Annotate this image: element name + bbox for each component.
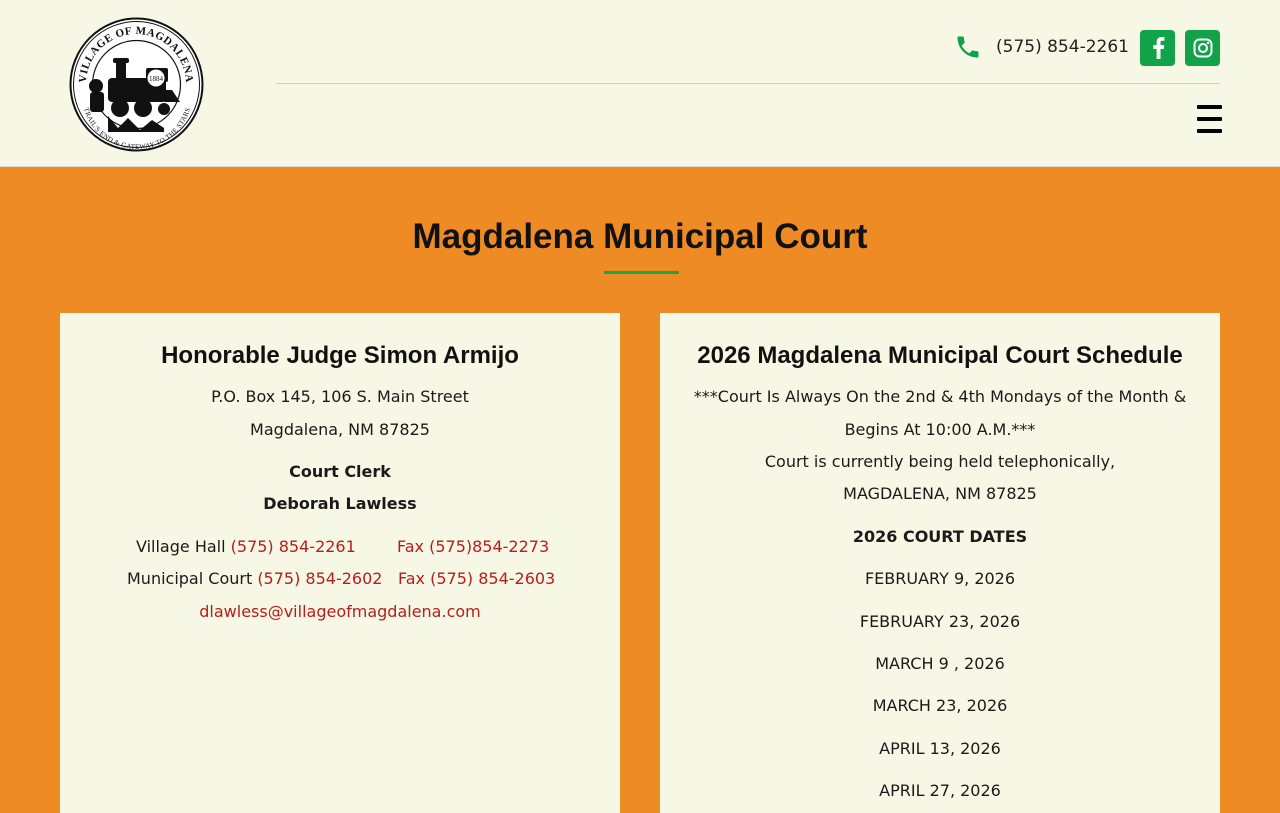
clerk-email-link[interactable]: dlawless@villageofmagdalena.com	[60, 602, 620, 621]
court-date: APRIL 27, 2026	[879, 781, 1001, 800]
instagram-icon	[1193, 38, 1212, 58]
court-dates-heading: 2026 COURT DATES	[852, 527, 1028, 546]
court-date: FEBRUARY 23, 2026	[859, 612, 1021, 631]
contact-label: Municipal Court	[127, 569, 253, 588]
judge-address-line-1: P.O. Box 145, 106 S. Main Street	[211, 387, 469, 406]
clerk-title: Court Clerk	[289, 462, 391, 481]
schedule-note-1: ***Court Is Always On the 2nd & 4th Mond…	[693, 387, 1187, 406]
header-phone[interactable]: (575) 854-2261	[954, 31, 1129, 63]
header-phone-number[interactable]: (575) 854-2261	[996, 37, 1129, 57]
logo-year: 1884	[149, 75, 164, 83]
page-title: Magdalena Municipal Court	[412, 217, 868, 256]
facebook-icon	[1152, 37, 1164, 59]
judge-address-line-2: Magdalena, NM 87825	[250, 420, 430, 439]
facebook-button[interactable]	[1140, 30, 1175, 66]
contact-row-village-hall: Village Hall (575) 854-2261	[136, 537, 356, 556]
village-hall-fax-link[interactable]: Fax (575)854-2273	[397, 537, 549, 556]
site-header: VILLAGE OF MAGDALENA TRAIL'S END & GATEW…	[0, 0, 1280, 167]
court-date: MARCH 9 , 2026	[875, 654, 1005, 673]
phone-icon	[957, 36, 979, 58]
judge-card: Honorable Judge Simon Armijo P.O. Box 14…	[60, 313, 620, 813]
judge-heading: Honorable Judge Simon Armijo	[161, 342, 519, 369]
header-divider	[276, 83, 1220, 84]
schedule-note-3: Court is currently being held telephonic…	[764, 452, 1116, 471]
court-date: APRIL 13, 2026	[879, 739, 1001, 758]
schedule-note-2: Begins At 10:00 A.M.***	[844, 420, 1036, 439]
title-underline	[602, 271, 679, 274]
village-logo[interactable]: VILLAGE OF MAGDALENA TRAIL'S END & GATEW…	[68, 16, 205, 153]
clerk-name: Deborah Lawless	[263, 494, 417, 513]
court-date: FEBRUARY 9, 2026	[864, 569, 1016, 588]
municipal-court-fax-link[interactable]: Fax (575) 854-2603	[398, 569, 555, 588]
instagram-button[interactable]	[1185, 30, 1220, 66]
village-hall-phone-link[interactable]: (575) 854-2261	[231, 537, 356, 556]
contact-row-municipal-court: Municipal Court (575) 854-2602	[127, 569, 382, 588]
contact-label: Village Hall	[136, 537, 226, 556]
schedule-heading: 2026 Magdalena Municipal Court Schedule	[697, 342, 1183, 369]
municipal-court-phone-link[interactable]: (575) 854-2602	[257, 569, 382, 588]
schedule-note-4: MAGDALENA, NM 87825	[843, 484, 1037, 503]
schedule-card: 2026 Magdalena Municipal Court Schedule …	[660, 313, 1220, 813]
menu-icon[interactable]	[1197, 105, 1222, 133]
court-date: MARCH 23, 2026	[872, 696, 1008, 715]
